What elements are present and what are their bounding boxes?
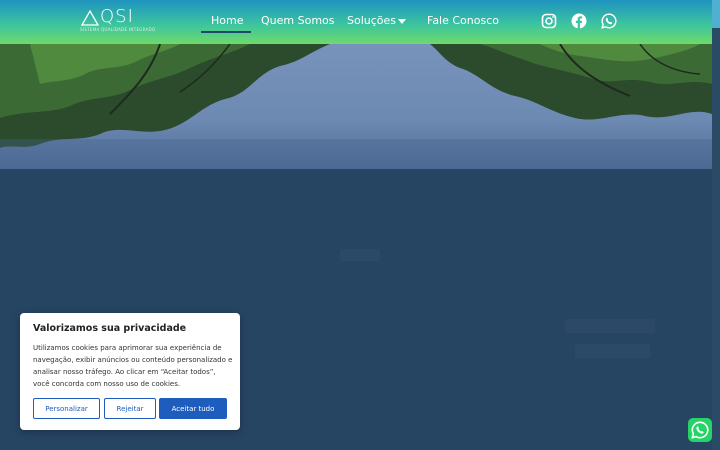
chevron-down-icon[interactable] [398, 19, 406, 24]
whatsapp-float-button[interactable] [688, 418, 712, 442]
scrollbar-track[interactable] [712, 28, 720, 450]
cookie-consent-banner: Valorizamos sua privacidade Utilizamos c… [20, 313, 240, 430]
nav-quem-somos[interactable]: Quem Somos [261, 14, 335, 27]
facebook-icon[interactable] [571, 13, 587, 29]
nav-home[interactable]: Home [211, 14, 243, 27]
whatsapp-icon [691, 421, 709, 439]
cookie-description: Utilizamos cookies para aprimorar sua ex… [33, 344, 233, 388]
hero-banner-image [0, 44, 712, 169]
tree-canopy-image [0, 44, 712, 169]
faded-placeholder [575, 344, 650, 358]
scrollbar-track-top[interactable] [712, 0, 720, 28]
faded-placeholder [340, 249, 380, 261]
faded-placeholder [565, 319, 655, 333]
logo-tagline: SISTEMA QUALIDADE INTEGRADO [80, 27, 156, 32]
site-logo[interactable]: QSI SISTEMA QUALIDADE INTEGRADO [80, 6, 155, 35]
cookie-title: Valorizamos sua privacidade [33, 323, 187, 334]
nav-active-indicator [201, 31, 251, 33]
top-navbar: QSI SISTEMA QUALIDADE INTEGRADO Home Que… [0, 0, 712, 44]
logo-text: QSI [100, 6, 134, 27]
nav-fale-conosco[interactable]: Fale Conosco [427, 14, 499, 27]
instagram-icon[interactable] [541, 13, 557, 29]
customize-button[interactable]: Personalizar [33, 398, 100, 419]
reject-button[interactable]: Rejeitar [104, 398, 156, 419]
nav-solucoes[interactable]: Soluções [347, 14, 396, 27]
logo-triangle-icon [80, 9, 100, 26]
whatsapp-icon[interactable] [601, 13, 617, 29]
accept-all-button[interactable]: Aceitar tudo [159, 398, 227, 419]
